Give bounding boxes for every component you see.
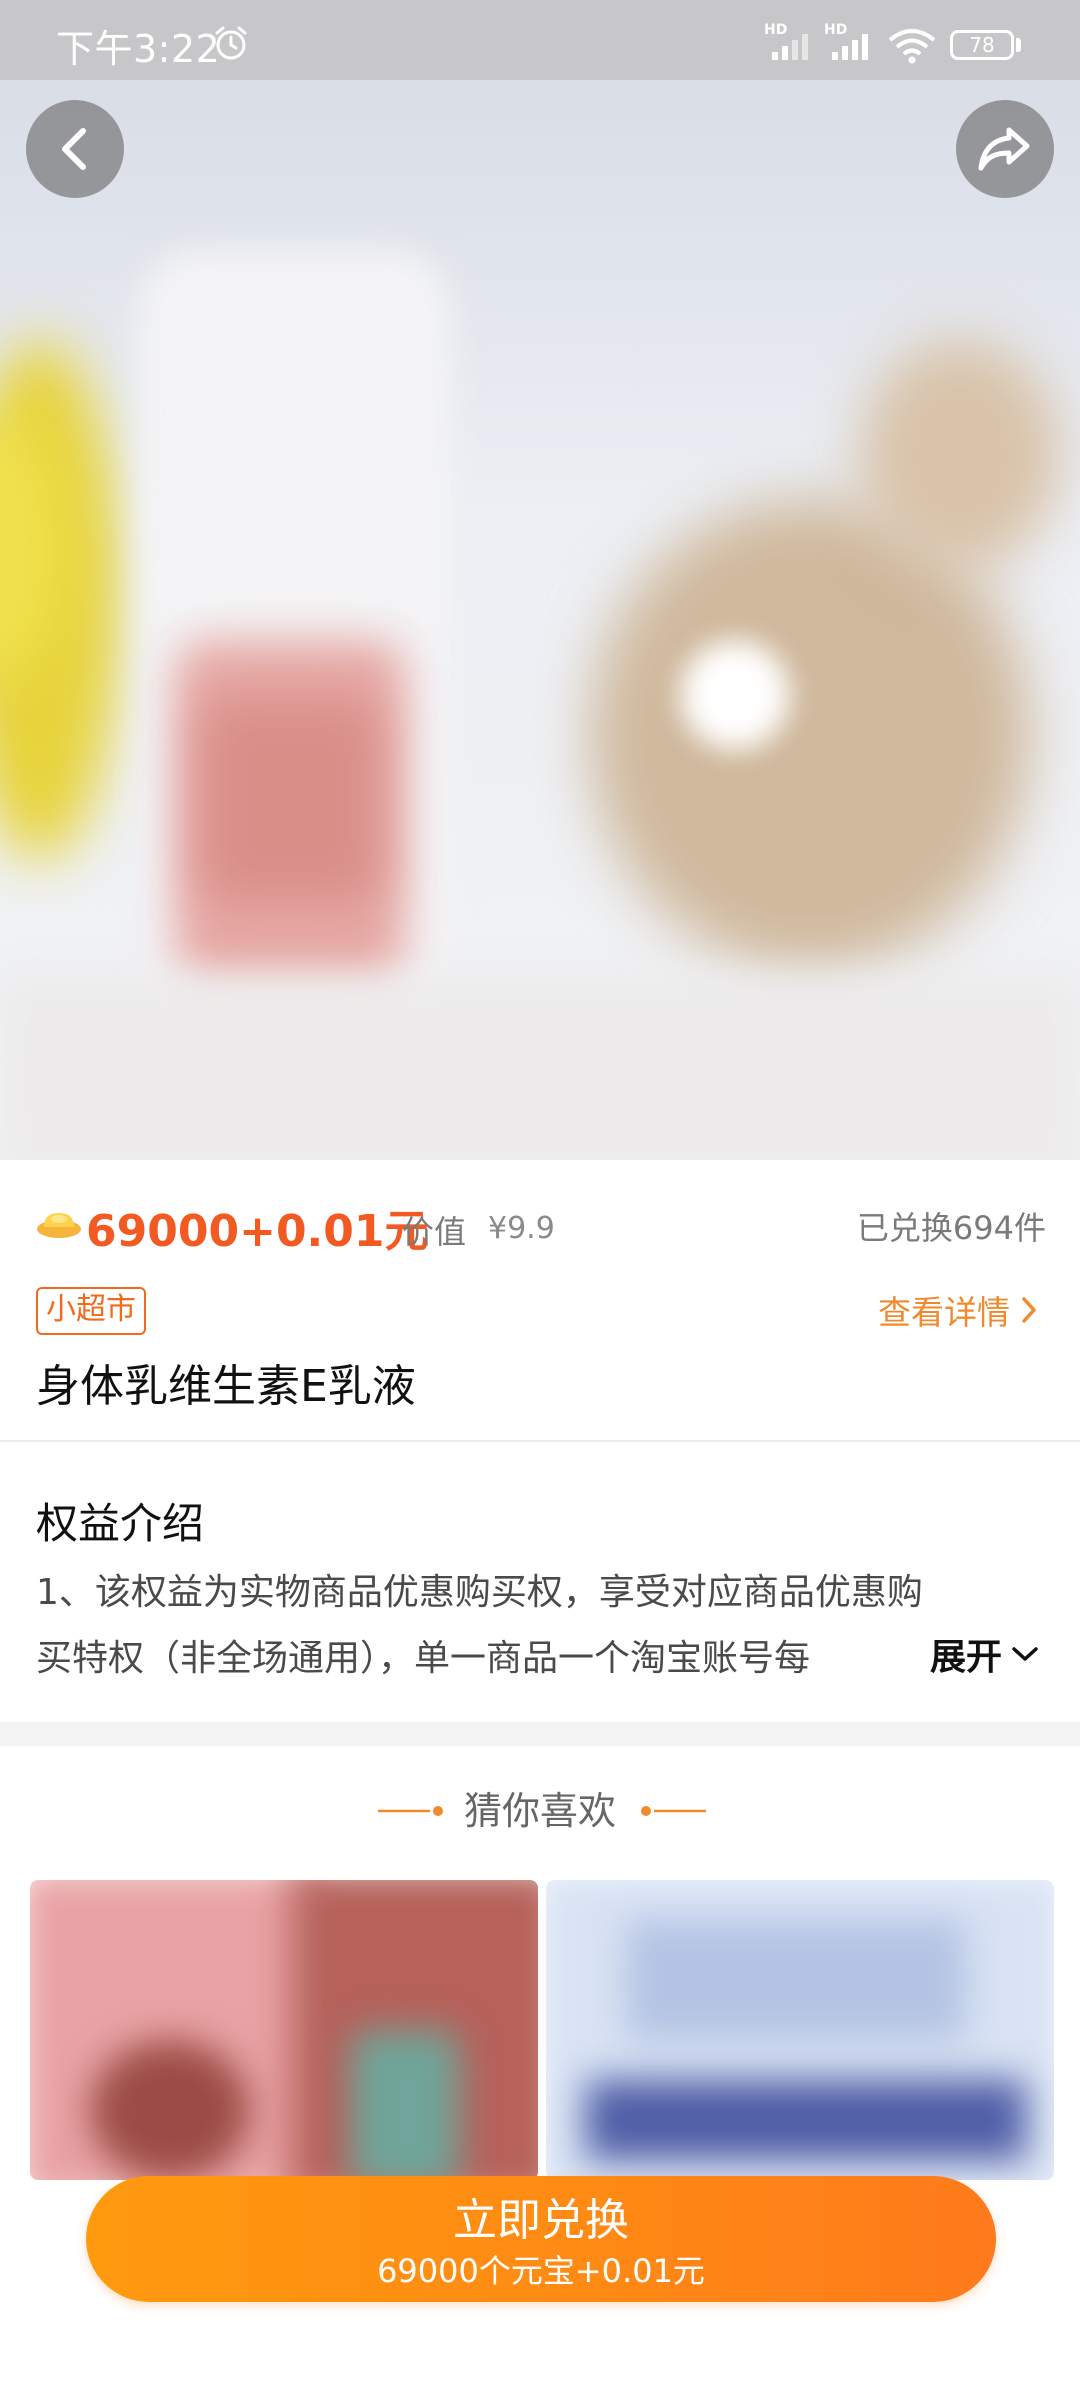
chevron-right-icon <box>1022 1297 1036 1323</box>
gold-ingot-icon <box>37 1213 81 1238</box>
chevron-left-icon <box>62 128 86 170</box>
title-decoration-right <box>641 1806 706 1816</box>
benefits-line-2: 买特权（非全场通用），单一商品一个淘宝账号每 <box>36 1638 811 1679</box>
worth-value: ¥9.9 <box>488 1211 555 1246</box>
redeem-now-button[interactable]: 立即兑换 69000个元宝+0.01元 <box>86 2176 996 2302</box>
status-bar: 下午3:22 HD HD 78 <box>0 0 1080 80</box>
wifi-icon <box>888 29 936 64</box>
product-title: 身体乳维生素E乳液 <box>36 1361 416 1412</box>
worth-label: 价值 <box>402 1213 467 1251</box>
battery-indicator: 78 <box>950 30 1014 60</box>
status-time: 下午3:22 <box>56 27 221 71</box>
recommend-header: 猜你喜欢 <box>0 1780 1080 1840</box>
section-gap <box>0 1722 1080 1746</box>
benefits-line-1: 1、该权益为实物商品优惠购买权，享受对应商品优惠购 <box>36 1572 923 1613</box>
divider <box>0 1440 1080 1442</box>
view-details-label: 查看详情 <box>878 1293 1010 1332</box>
expand-label: 展开 <box>929 1637 1002 1678</box>
redeem-button-sublabel: 69000个元宝+0.01元 <box>377 2252 705 2290</box>
signal-icon-1: HD <box>764 22 820 62</box>
expand-button[interactable]: 展开 <box>913 1628 1040 1680</box>
alarm-icon <box>215 26 247 60</box>
redeem-button-label: 立即兑换 <box>453 2195 629 2246</box>
signal-icon-2: HD <box>824 22 880 62</box>
recommend-card-1[interactable] <box>30 1880 538 2180</box>
benefits-description: 1、该权益为实物商品优惠购买权，享受对应商品优惠购 买特权（非全场通用），单一商… <box>36 1560 1046 1692</box>
share-arrow-icon <box>978 127 1030 171</box>
share-button[interactable] <box>956 100 1054 198</box>
recommend-title: 猜你喜欢 <box>463 1789 616 1833</box>
price-value: 69000+0.01元 <box>86 1206 429 1257</box>
product-hero-image <box>0 80 1080 1160</box>
price-row: 69000+0.01元 价值 ¥9.9 已兑换694件 <box>36 1195 1046 1257</box>
battery-tip <box>1016 38 1021 52</box>
chevron-down-icon <box>1012 1647 1038 1661</box>
store-tag: 小超市 <box>36 1287 146 1335</box>
redeemed-count: 已兑换694件 <box>856 1209 1046 1247</box>
view-details-link[interactable]: 查看详情 <box>878 1286 1040 1334</box>
benefits-title: 权益介绍 <box>36 1499 205 1548</box>
recommend-card-2[interactable] <box>546 1880 1054 2180</box>
back-button[interactable] <box>26 100 124 198</box>
